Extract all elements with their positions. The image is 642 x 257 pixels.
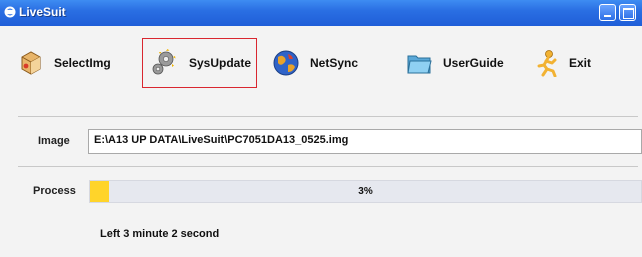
sys-update-label: SysUpdate — [189, 56, 252, 70]
user-guide-button[interactable]: UserGuide — [405, 38, 515, 88]
title-bar[interactable]: LiveSuit — [0, 0, 642, 26]
progress-percent: 3% — [358, 186, 373, 197]
gear-update-icon — [152, 49, 176, 75]
image-path-field[interactable]: E:\A13 UP DATA\LiveSuit\PC7051DA13_0525.… — [88, 129, 642, 154]
exit-label: Exit — [569, 56, 592, 70]
image-label: Image — [38, 135, 70, 147]
section-divider — [18, 166, 638, 167]
select-image-icon — [21, 51, 41, 75]
net-sync-label: NetSync — [310, 56, 359, 70]
toolbar: SelectImg SysUpdate NetSync UserGuide Ex… — [0, 38, 642, 128]
window-title: LiveSuit — [19, 5, 66, 19]
exit-button[interactable]: Exit — [535, 38, 615, 88]
maximize-button[interactable] — [619, 4, 636, 21]
app-icon — [4, 6, 16, 18]
minimize-icon — [604, 15, 611, 17]
minimize-button[interactable] — [599, 4, 616, 21]
running-man-icon — [537, 50, 557, 77]
process-label: Process — [33, 185, 76, 197]
select-image-label: SelectImg — [54, 56, 111, 70]
folder-guide-icon — [407, 55, 432, 74]
net-sync-button[interactable]: NetSync — [272, 38, 372, 88]
livesuit-window: LiveSuit SelectImg SysUpdate NetSync Use… — [0, 0, 642, 257]
select-image-button[interactable]: SelectImg — [18, 38, 128, 88]
sys-update-button[interactable]: SysUpdate — [142, 38, 257, 88]
time-remaining: Left 3 minute 2 second — [100, 228, 220, 240]
user-guide-label: UserGuide — [443, 56, 504, 70]
maximize-icon — [623, 8, 634, 19]
globe-sync-icon — [273, 50, 299, 76]
progress-bar: 3% — [89, 180, 642, 203]
toolbar-divider — [18, 116, 638, 117]
